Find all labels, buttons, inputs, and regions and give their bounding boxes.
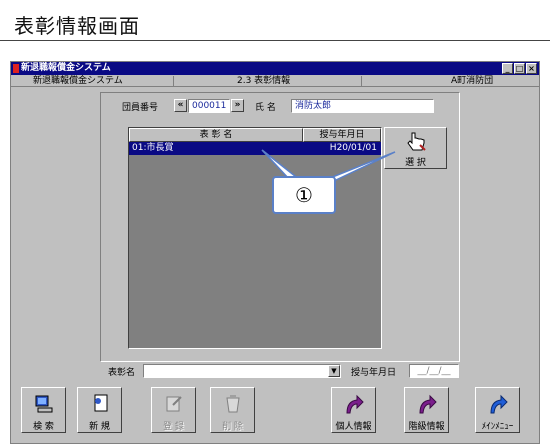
arrow-forward-icon <box>419 394 437 414</box>
hand-pointer-icon <box>407 132 426 151</box>
date-field[interactable]: __/__/__ <box>409 364 459 378</box>
register-icon <box>166 396 182 412</box>
award-grid[interactable]: 表 彰 名 授与年月日 01:市長賞 H20/01/01 <box>128 127 382 349</box>
window-title: 新退職報償金システム <box>21 63 111 73</box>
award-label: 表彰名 <box>108 368 136 378</box>
select-button-label: 選 択 <box>405 158 426 168</box>
main-menu-button[interactable]: ﾒｲﾝﾒﾆｭｰ <box>475 387 520 433</box>
personal-info-button[interactable]: 個人情報 <box>331 387 376 433</box>
column-award-name[interactable]: 表 彰 名 <box>129 128 303 142</box>
column-award-date[interactable]: 授与年月日 <box>303 128 381 142</box>
callout-badge: ① <box>272 176 336 214</box>
minimize-button[interactable]: _ <box>502 63 513 74</box>
new-button[interactable]: 新 規 <box>77 387 122 433</box>
delete-button-label: 削 除 <box>222 422 243 432</box>
search-button[interactable]: 検 索 <box>21 387 66 433</box>
name-field[interactable]: 消防太郎 <box>291 99 434 113</box>
app-logo-icon <box>13 64 19 73</box>
award-select[interactable]: ▼ <box>143 364 341 378</box>
system-name: 新退職報償金システム <box>33 76 123 86</box>
maximize-button[interactable]: □ <box>514 63 525 74</box>
organization-name: A町消防団 <box>451 76 494 86</box>
select-button[interactable]: 選 択 <box>384 127 447 169</box>
next-member-button[interactable]: » <box>231 99 244 112</box>
row-date: H20/01/01 <box>329 143 377 153</box>
info-bar: 新退職報償金システム 2.3 表彰情報 A町消防団 <box>11 75 539 87</box>
date-label: 授与年月日 <box>351 368 397 378</box>
search-button-label: 検 索 <box>33 422 54 432</box>
main-menu-label: ﾒｲﾝﾒﾆｭｰ <box>481 422 514 432</box>
delete-bin-icon <box>226 395 240 413</box>
personal-info-label: 個人情報 <box>335 422 372 432</box>
delete-button[interactable]: 削 除 <box>210 387 255 433</box>
heading-divider <box>0 40 550 41</box>
table-row[interactable]: 01:市長賞 H20/01/01 <box>129 142 381 155</box>
row-award: 01:市長賞 <box>132 143 174 153</box>
arrow-forward-icon <box>346 394 364 414</box>
new-button-label: 新 規 <box>89 422 110 432</box>
page-heading: 表彰情報画面 <box>14 14 140 38</box>
arrow-forward-icon <box>490 394 508 414</box>
app-window: 新退職報償金システム _ □ × 新退職報償金システム 2.3 表彰情報 A町消… <box>10 61 540 444</box>
chevron-down-icon[interactable]: ▼ <box>328 365 340 377</box>
close-button[interactable]: × <box>526 63 537 74</box>
new-document-icon <box>94 394 108 412</box>
register-button[interactable]: 登 録 <box>151 387 196 433</box>
rank-info-label: 階級情報 <box>408 422 445 432</box>
search-icon <box>35 395 53 413</box>
rank-info-button[interactable]: 階級情報 <box>404 387 449 433</box>
info-divider <box>173 76 174 86</box>
window-titlebar[interactable]: 新退職報償金システム _ □ × <box>11 62 539 75</box>
member-no-label: 団員番号 <box>122 103 159 113</box>
register-button-label: 登 録 <box>163 422 184 432</box>
screen-name: 2.3 表彰情報 <box>237 76 291 86</box>
member-no-field[interactable]: 000011 <box>188 99 230 113</box>
info-divider <box>361 76 362 86</box>
name-label: 氏 名 <box>255 103 276 113</box>
prev-member-button[interactable]: « <box>174 99 187 112</box>
